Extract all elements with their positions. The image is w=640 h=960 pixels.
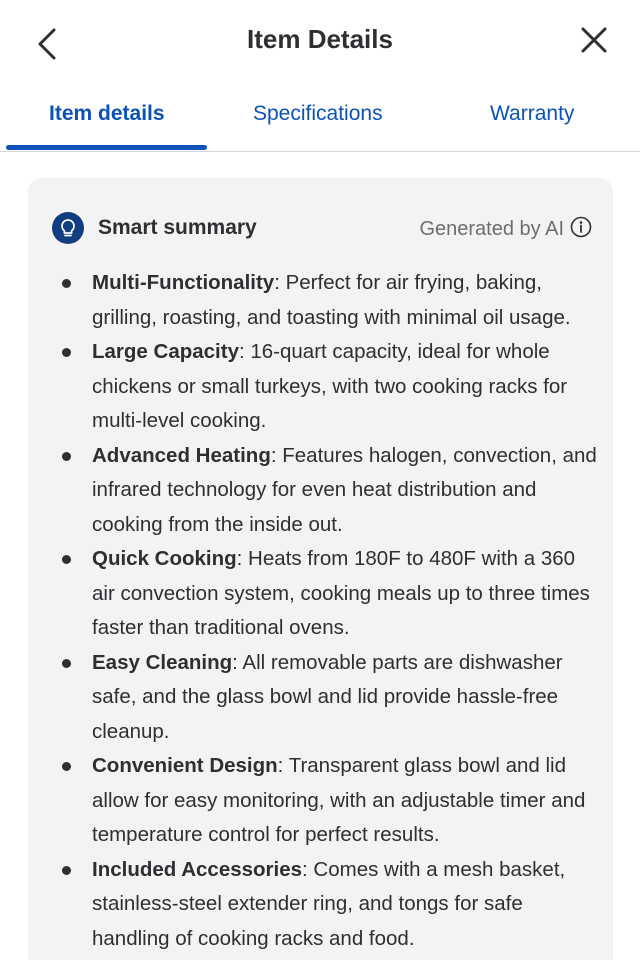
smart-summary-card: Smart summary Generated by AI Multi-Func… — [28, 178, 613, 960]
bullet-dot — [62, 555, 71, 564]
close-icon — [581, 27, 607, 53]
summary-item-advanced-heating: Advanced Heating: Features halogen, conv… — [62, 439, 602, 543]
tab-warranty[interactable]: Warranty — [490, 102, 574, 126]
lightbulb-icon — [52, 212, 84, 244]
tab-item-details[interactable]: Item details — [49, 102, 165, 126]
bullet-dot — [62, 865, 71, 875]
summary-item-easy-cleaning: Easy Cleaning: All removable parts are d… — [62, 646, 602, 750]
bullet-dot — [62, 348, 71, 357]
summary-item-term: Convenient Design — [92, 754, 278, 777]
summary-item-quick-cooking: Quick Cooking: Heats from 180F to 480F w… — [62, 542, 602, 646]
summary-item-convenient-design: Convenient Design: Transparent glass bow… — [62, 749, 602, 853]
bullet-dot — [62, 451, 71, 461]
tab-specifications[interactable]: Specifications — [253, 102, 383, 126]
smart-summary-header: Smart summary Generated by AI — [52, 212, 592, 248]
summary-item-term: Quick Cooking — [92, 547, 237, 570]
close-button[interactable] — [574, 20, 614, 60]
info-icon[interactable] — [570, 216, 592, 238]
summary-item-term: Multi-Functionality — [92, 271, 275, 294]
tab-bar: Item details Specifications Warranty — [0, 90, 640, 152]
summary-list: Multi-Functionality: Perfect for air fry… — [62, 266, 602, 956]
summary-item-included-accessories: Included Accessories: Comes with a mesh … — [62, 853, 602, 957]
bullet-dot — [62, 658, 71, 668]
active-tab-indicator — [6, 145, 207, 150]
smart-summary-title: Smart summary — [98, 216, 257, 239]
summary-item-term: Large Capacity — [92, 340, 239, 363]
summary-item-term: Advanced Heating — [92, 443, 271, 467]
summary-item-term: Included Accessories — [92, 857, 303, 881]
summary-item-multi-functionality: Multi-Functionality: Perfect for air fry… — [62, 266, 602, 335]
summary-item-large-capacity: Large Capacity: 16-quart capacity, ideal… — [62, 335, 602, 439]
page-title: Item Details — [247, 24, 393, 54]
summary-item-term: Easy Cleaning — [92, 650, 233, 674]
generated-by-ai-label: Generated by AI — [419, 218, 564, 240]
bullet-dot — [62, 279, 71, 288]
bullet-dot — [62, 762, 71, 771]
header: Item Details — [0, 0, 640, 80]
